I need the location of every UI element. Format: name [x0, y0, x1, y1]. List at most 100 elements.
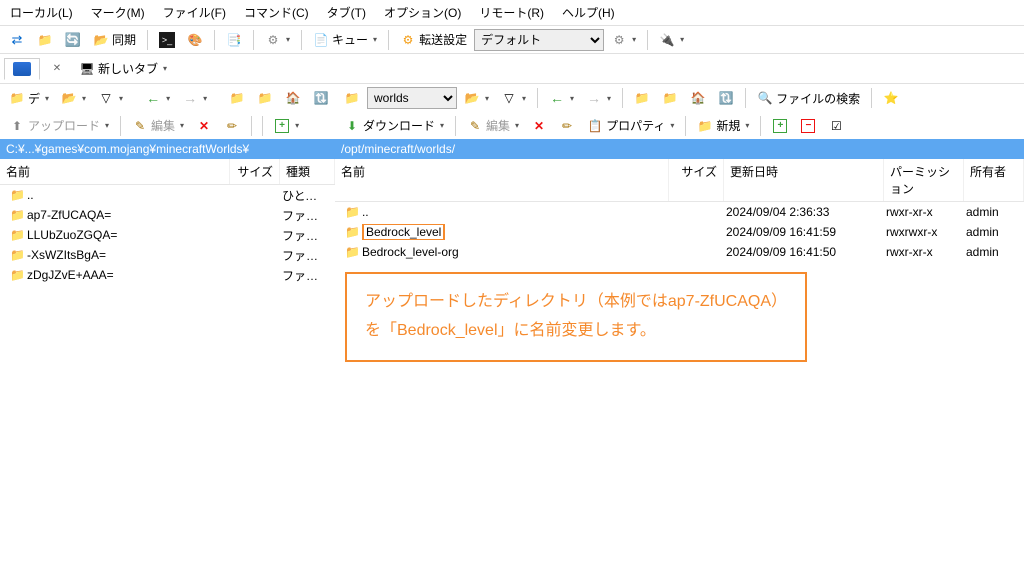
- right-rename-button[interactable]: [554, 115, 580, 137]
- right-find[interactable]: ファイルの検索: [752, 87, 865, 110]
- col-name[interactable]: 名前: [0, 159, 230, 184]
- col-size[interactable]: サイズ: [669, 159, 724, 201]
- menu-remote[interactable]: リモート(R): [473, 2, 550, 23]
- upload-icon: [9, 118, 25, 134]
- left-filter[interactable]: ▽: [93, 87, 128, 109]
- filter-icon: ▽: [501, 90, 517, 106]
- gear2-icon: [611, 32, 627, 48]
- col-name[interactable]: 名前: [335, 159, 669, 201]
- item-name: ..: [362, 205, 369, 219]
- new-button[interactable]: 新規: [692, 114, 754, 137]
- left-folder-dd[interactable]: デ: [4, 87, 54, 110]
- right-root[interactable]: [657, 87, 683, 109]
- left-fwd[interactable]: [177, 87, 212, 109]
- item-perm: rwxrwxr-x: [880, 225, 960, 239]
- reconnect-button[interactable]: 🔌: [654, 29, 689, 51]
- console-button[interactable]: [154, 29, 180, 51]
- left-edit-button[interactable]: 編集: [127, 114, 189, 137]
- left-rename-button[interactable]: [219, 115, 245, 137]
- left-folder-label: デ: [28, 90, 40, 107]
- menu-tab[interactable]: タブ(T): [321, 2, 372, 23]
- list-item[interactable]: ap7-ZfUCAQA=ファイル: [0, 205, 335, 225]
- explorer-button[interactable]: [32, 29, 58, 51]
- right-filter[interactable]: ▽: [496, 87, 531, 109]
- sync-button[interactable]: 同期: [88, 28, 141, 51]
- sync-browse-button[interactable]: [60, 29, 86, 51]
- close-tab-button[interactable]: [44, 58, 70, 80]
- right-up[interactable]: [629, 87, 655, 109]
- sessions-icon: 📑: [226, 32, 242, 48]
- home-icon: [285, 90, 301, 106]
- transfer-settings-button[interactable]: [606, 29, 641, 51]
- item-date: 2024/09/09 16:41:59: [720, 225, 880, 239]
- item-date: 2024/09/09 16:41:50: [720, 245, 880, 259]
- list-item[interactable]: ..2024/09/04 2:36:33rwxr-xr-xadmin: [335, 202, 1024, 222]
- right-folder-btn[interactable]: [339, 87, 365, 109]
- list-item[interactable]: zDgJZvE+AAA=ファイル: [0, 265, 335, 285]
- compare-button[interactable]: [4, 29, 30, 51]
- col-perm[interactable]: パーミッション: [884, 159, 964, 201]
- right-home[interactable]: [685, 87, 711, 109]
- col-owner[interactable]: 所有者: [964, 159, 1024, 201]
- left-back[interactable]: [140, 87, 175, 109]
- left-up[interactable]: [224, 87, 250, 109]
- right-refresh[interactable]: [713, 87, 739, 109]
- settings-button[interactable]: [260, 29, 295, 51]
- col-size[interactable]: サイズ: [230, 159, 280, 184]
- transfer-preset-select[interactable]: デフォルト: [474, 29, 604, 51]
- right-nav-toolbar: worlds ▽ ファイルの検索 ⭐: [335, 84, 1024, 112]
- menu-command[interactable]: コマンド(C): [238, 2, 315, 23]
- right-folder-select[interactable]: worlds: [367, 87, 457, 109]
- col-type[interactable]: 種類: [280, 159, 335, 184]
- list-item[interactable]: LLUbZuoZGQA=ファイル: [0, 225, 335, 245]
- menu-help[interactable]: ヘルプ(H): [556, 2, 621, 23]
- list-item[interactable]: ..ひとつ上: [0, 185, 335, 205]
- find-label: ファイルの検索: [776, 90, 860, 107]
- left-home[interactable]: [280, 87, 306, 109]
- sessions-button[interactable]: 📑: [221, 29, 247, 51]
- left-refresh[interactable]: [308, 87, 334, 109]
- queue-button[interactable]: キュー: [308, 28, 382, 51]
- list-item[interactable]: Bedrock_level 2024/09/09 16:41:59rwxrwxr-…: [335, 222, 1024, 242]
- list-item[interactable]: -XsWZItsBgA=ファイル: [0, 245, 335, 265]
- download-button[interactable]: ダウンロード: [339, 114, 449, 137]
- download-icon: [344, 118, 360, 134]
- left-root[interactable]: [252, 87, 278, 109]
- left-delete-button[interactable]: [191, 115, 217, 137]
- session-tab-active[interactable]: [4, 58, 40, 80]
- menu-options[interactable]: オプション(O): [378, 2, 467, 23]
- prop-icon: [587, 118, 603, 134]
- transfer-text: 転送設定: [419, 31, 467, 48]
- right-fwd[interactable]: [581, 87, 616, 109]
- right-open-folder[interactable]: [459, 87, 494, 109]
- delete-icon: [196, 118, 212, 134]
- item-type: ファイル: [276, 207, 331, 224]
- menu-mark[interactable]: マーク(M): [85, 2, 151, 23]
- menu-local[interactable]: ローカル(L): [4, 2, 79, 23]
- list-item[interactable]: Bedrock_level-org2024/09/09 16:41:50rwxr…: [335, 242, 1024, 262]
- properties-button[interactable]: プロパティ: [582, 114, 679, 137]
- left-filelist[interactable]: ..ひとつ上ap7-ZfUCAQA=ファイルLLUbZuoZGQA=ファイル-X…: [0, 185, 335, 587]
- right-delete-button[interactable]: [526, 115, 552, 137]
- right-path[interactable]: /opt/minecraft/worlds/: [335, 139, 1024, 159]
- menu-file[interactable]: ファイル(F): [157, 2, 232, 23]
- right-minus-button[interactable]: [795, 115, 821, 137]
- right-back[interactable]: [544, 87, 579, 109]
- queue-label: キュー: [332, 31, 368, 48]
- parent-folder-icon: [10, 188, 25, 202]
- right-edit-button[interactable]: 編集: [462, 114, 524, 137]
- left-open-folder[interactable]: [56, 87, 91, 109]
- right-filelist[interactable]: ..2024/09/04 2:36:33rwxr-xr-xadminBedroc…: [335, 202, 1024, 587]
- left-path[interactable]: C:¥...¥games¥com.mojang¥minecraftWorlds¥: [0, 139, 335, 159]
- upload-button[interactable]: アップロード: [4, 114, 114, 137]
- rename-input[interactable]: Bedrock_level: [362, 224, 445, 240]
- right-bookmark[interactable]: ⭐: [878, 87, 904, 109]
- callout-line1: アップロードしたディレクトリ（本例ではap7-ZfUCAQA）: [365, 288, 787, 317]
- edit-icon: [132, 118, 148, 134]
- right-check-button[interactable]: [823, 115, 849, 137]
- left-plus-button[interactable]: [269, 115, 304, 137]
- new-tab-button[interactable]: 🖥 新しいタブ: [74, 57, 172, 80]
- col-date[interactable]: 更新日時: [724, 159, 884, 201]
- right-plus-button[interactable]: [767, 115, 793, 137]
- palette-button[interactable]: 🎨: [182, 29, 208, 51]
